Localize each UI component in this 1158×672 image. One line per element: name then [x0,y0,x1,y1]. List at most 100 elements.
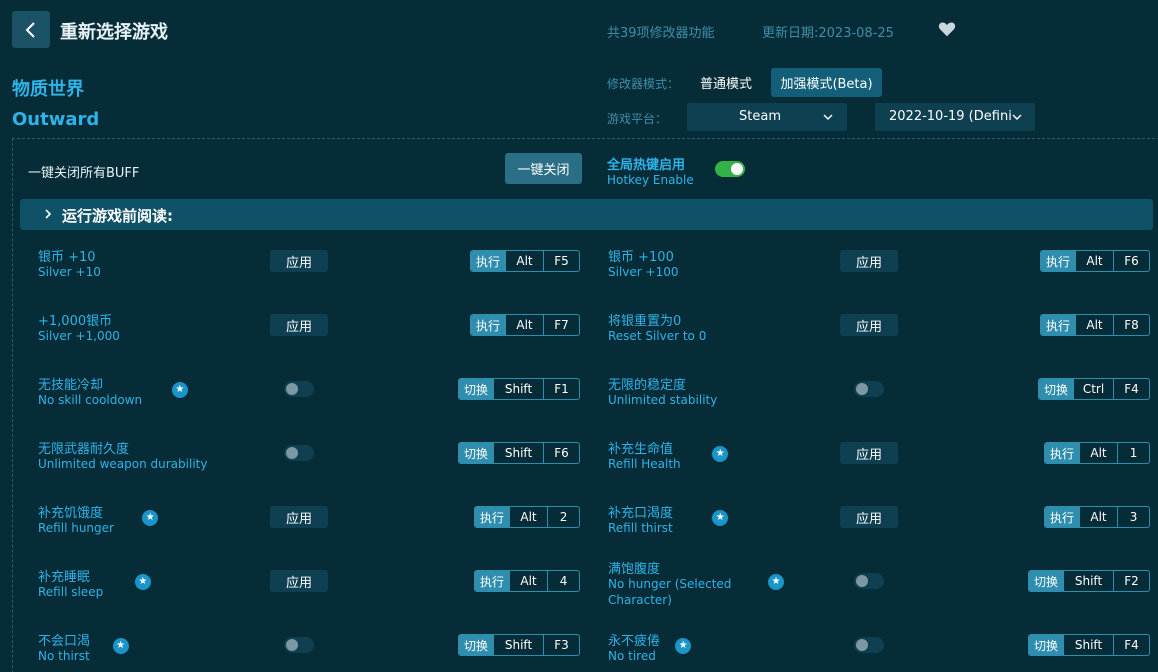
cheat-name-en: Silver +1,000 [38,329,120,343]
hotkey-combo[interactable]: 执行 Alt 4 [474,570,581,592]
cheat-name-en: Refill thirst [608,521,673,535]
toggle-knob [856,639,868,651]
cheat-name-cn: 满饱腹度 [608,562,661,577]
hotkey-action: 执行 [1045,507,1080,527]
hotkey-key: F5 [543,251,579,271]
star-icon: ★ [171,382,188,398]
toggle-knob [286,447,298,459]
cheat-toggle[interactable] [284,445,314,461]
apply-button[interactable]: 应用 [840,314,898,336]
hotkey-combo[interactable]: 执行 Alt F7 [470,314,581,336]
hotkey-key: F8 [1113,315,1149,335]
apply-button[interactable]: 应用 [270,250,328,272]
hotkey-combo[interactable]: 执行 Alt 2 [474,506,581,528]
cheat-name-en: Refill Health [608,457,681,471]
hotkey-combo[interactable]: 切换 Shift F2 [1028,570,1151,592]
cheat-name-cn: 补充睡眠 [38,570,91,585]
back-button[interactable] [12,11,50,48]
cheat-name-cn: 补充口渴度 [608,506,674,521]
hotkey-key: 4 [547,571,579,591]
hotkey-key: Shift [493,635,543,655]
hotkey-key: F6 [543,443,579,463]
hotkey-action: 切换 [459,379,494,399]
hotkey-key: Alt [1075,251,1113,271]
toggle-knob [286,639,298,651]
page-title: 重新选择游戏 [60,22,168,43]
hotkey-combo[interactable]: 切换 Shift F4 [1028,634,1151,656]
hotkey-combo[interactable]: 切换 Shift F3 [458,634,581,656]
hotkey-combo[interactable]: 执行 Alt F6 [1040,250,1151,272]
normal-mode-button[interactable]: 普通模式 [689,68,763,96]
game-name-cn: 物质世界 [12,79,84,100]
apply-button[interactable]: 应用 [840,442,898,464]
hotkey-label-en: Hotkey Enable [607,173,694,187]
cheat-name-en: Unlimited weapon durability [38,457,208,471]
hotkey-key: Alt [1079,507,1117,527]
cheat-name-cn: 银币 +100 [608,250,674,265]
hotkey-combo[interactable]: 切换 Ctrl F4 [1038,378,1151,400]
hotkey-key: Alt [1075,315,1113,335]
hotkey-combo[interactable]: 执行 Alt 3 [1044,506,1151,528]
version-select[interactable]: 2022-10-19 (Defini [875,103,1035,131]
star-icon: ★ [142,510,159,526]
hotkey-action: 切换 [459,443,494,463]
chevron-left-icon [25,21,35,38]
hotkey-action: 切换 [459,635,494,655]
star-icon: ★ [675,638,692,654]
feature-count: 共39项修改器功能 [607,26,715,41]
hotkey-toggle[interactable] [715,161,745,177]
hotkey-key: F4 [1113,379,1149,399]
hotkey-action: 执行 [471,315,506,335]
hotkey-action: 切换 [1029,635,1064,655]
platform-value: Steam [739,109,781,124]
hotkey-combo[interactable]: 执行 Alt F5 [470,250,581,272]
chevron-down-icon [823,114,833,120]
cheat-toggle[interactable] [284,637,314,653]
star-icon: ★ [768,574,784,590]
apply-button[interactable]: 应用 [840,250,898,272]
star-icon: ★ [712,446,729,462]
hotkey-combo[interactable]: 切换 Shift F1 [458,378,581,400]
toggle-knob [856,575,868,587]
cheat-name-cn: 无技能冷却 [38,378,104,393]
cheat-name-cn: 补充生命值 [608,442,674,457]
cheat-name-en: Unlimited stability [608,393,718,407]
hotkey-key: Alt [505,251,543,271]
close-all-button[interactable]: 一键关闭 [505,153,582,184]
hotkey-action: 执行 [1041,315,1076,335]
platform-select[interactable]: Steam [687,103,847,131]
platform-label: 游戏平台： [607,112,668,126]
apply-button[interactable]: 应用 [840,506,898,528]
cheat-toggle[interactable] [284,381,314,397]
update-date: 更新日期:2023-08-25 [762,26,894,41]
hotkey-key: F3 [543,635,579,655]
star-icon: ★ [134,574,151,590]
apply-button[interactable]: 应用 [270,506,328,528]
toggle-knob [856,383,868,395]
hotkey-action: 执行 [1045,443,1080,463]
hotkey-key: Alt [509,571,547,591]
hotkey-key: F7 [543,315,579,335]
cheat-toggle[interactable] [854,637,884,653]
toggle-knob [286,383,298,395]
game-name-en: Outward [12,109,100,130]
apply-button[interactable]: 应用 [270,314,328,336]
cheat-name-cn: 将银重置为0 [608,314,682,329]
cheat-toggle[interactable] [854,381,884,397]
cheat-name-en: No tired [608,649,656,663]
read-before-bar[interactable]: 运行游戏前阅读: [20,199,1153,230]
hotkey-combo[interactable]: 执行 Alt F8 [1040,314,1151,336]
hotkey-combo[interactable]: 执行 Alt 1 [1044,442,1151,464]
heart-icon[interactable] [938,20,956,38]
hotkey-key: F1 [543,379,579,399]
star-icon: ★ [712,510,729,526]
cheat-toggle[interactable] [854,573,884,589]
apply-button[interactable]: 应用 [270,570,328,592]
cheat-name-en: Silver +100 [608,265,679,279]
hotkey-action: 执行 [475,507,510,527]
cheat-name-cn: 永不疲倦 [608,634,661,649]
hotkey-key: Shift [493,443,543,463]
hotkey-combo[interactable]: 切换 Shift F6 [458,442,581,464]
cheat-name-cn: 银币 +10 [38,250,96,265]
beta-mode-button[interactable]: 加强模式(Beta) [771,68,882,97]
